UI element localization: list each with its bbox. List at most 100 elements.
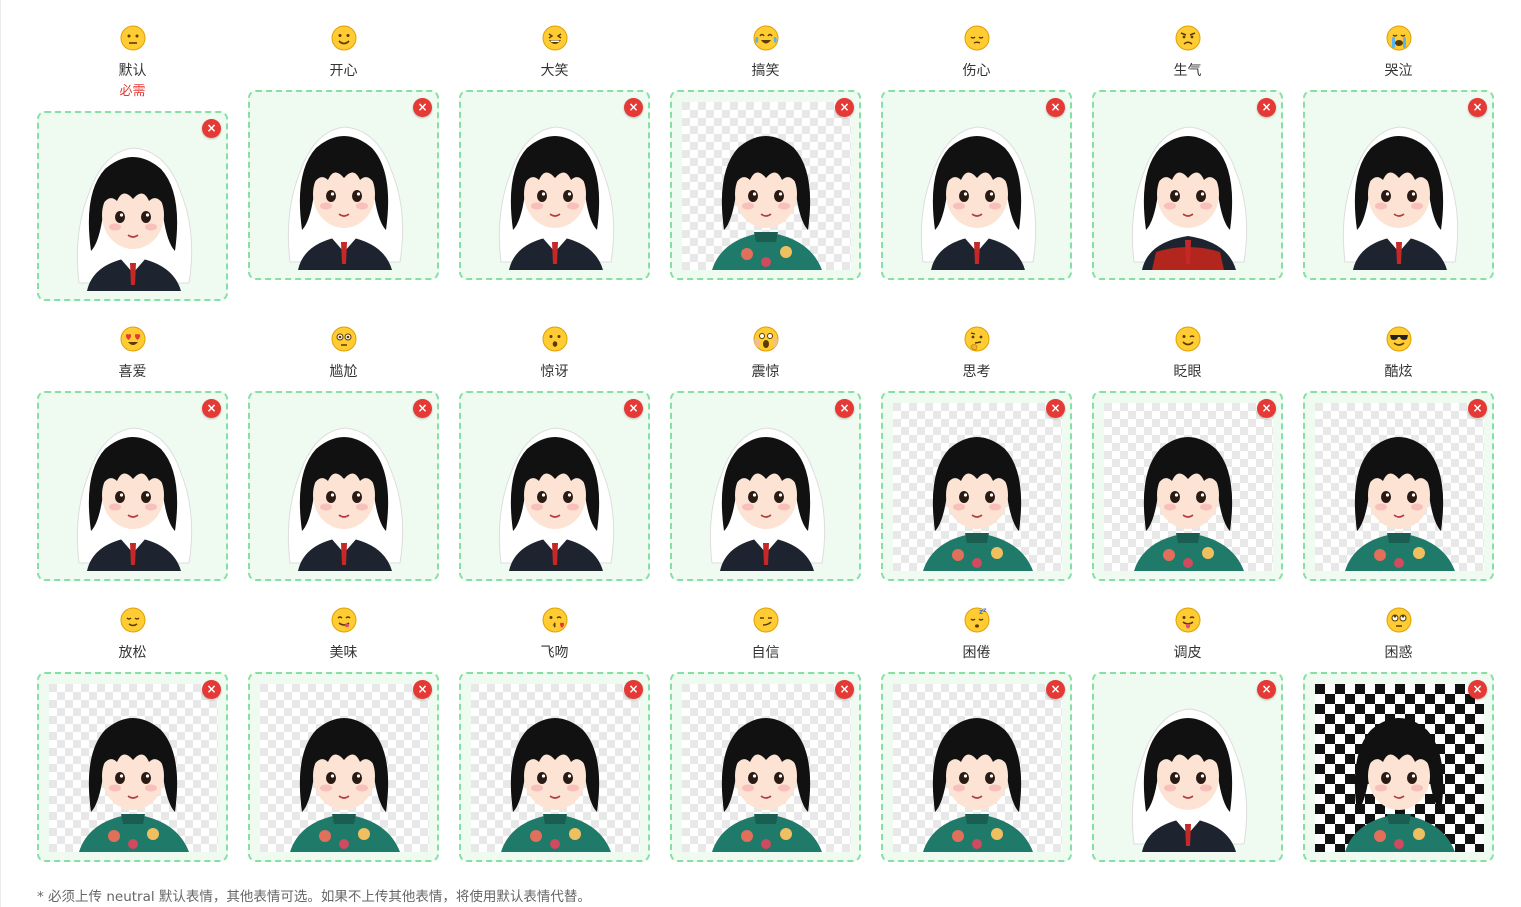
expression-upload-slot[interactable]: × xyxy=(248,672,439,862)
delete-image-button[interactable]: × xyxy=(413,98,432,117)
expression-label: 飞吻 xyxy=(540,645,569,661)
expression-image xyxy=(1315,102,1484,270)
expression-image xyxy=(1104,684,1273,852)
expression-upload-slot[interactable]: × xyxy=(1303,90,1494,280)
left-divider xyxy=(0,0,1,907)
delete-image-button[interactable]: × xyxy=(624,399,643,418)
expression-upload-slot[interactable]: × xyxy=(37,672,228,862)
delete-image-button[interactable]: × xyxy=(1468,98,1487,117)
expression-label: 困倦 xyxy=(962,645,991,661)
expression-image xyxy=(682,403,851,571)
delete-image-button[interactable]: × xyxy=(624,98,643,117)
delete-image-button[interactable]: × xyxy=(202,399,221,418)
expression-label: 困惑 xyxy=(1384,645,1413,661)
delete-image-button[interactable]: × xyxy=(1046,680,1065,699)
delete-image-button[interactable]: × xyxy=(202,119,221,138)
expression-upload-slot[interactable]: × xyxy=(459,90,650,280)
delete-image-button[interactable]: × xyxy=(835,98,854,117)
thinking-face-icon xyxy=(964,326,990,352)
delete-image-button[interactable]: × xyxy=(1468,680,1487,699)
expression-upload-slot[interactable]: × xyxy=(459,672,650,862)
smiling-face-icon xyxy=(331,25,357,51)
expression-image xyxy=(260,102,429,270)
expression-label: 伤心 xyxy=(962,63,991,79)
angry-face-icon xyxy=(1175,25,1201,51)
expression-label: 哭泣 xyxy=(1384,63,1413,79)
heart-eyes-face-icon xyxy=(120,326,146,352)
face-with-tears-of-joy-icon xyxy=(753,25,779,51)
eye-roll-face-icon xyxy=(1386,607,1412,633)
expression-label: 搞笑 xyxy=(751,63,780,79)
expression-image xyxy=(49,123,218,291)
expression-image xyxy=(260,403,429,571)
delete-image-button[interactable]: × xyxy=(1257,680,1276,699)
expression-image xyxy=(49,403,218,571)
expression-label: 震惊 xyxy=(751,364,780,380)
expression-label: 生气 xyxy=(1173,63,1202,79)
delete-image-button[interactable]: × xyxy=(1468,399,1487,418)
expression-upload-slot[interactable]: × xyxy=(459,391,650,581)
expression-grid: 默认 必需 × 开心 × 大笑 × 搞笑 × 伤心 × 生气 × 哭泣 × 喜爱 × 尴尬 × 惊讶 × 震惊 × 思考 × 眨… xyxy=(37,22,1497,904)
expression-upload-slot[interactable]: × xyxy=(1303,672,1494,862)
delete-image-button[interactable]: × xyxy=(624,680,643,699)
expression-image xyxy=(260,684,429,852)
blowing-kiss-face-icon xyxy=(542,607,568,633)
expression-label: 尴尬 xyxy=(329,364,358,380)
expression-upload-slot[interactable]: × xyxy=(881,90,1072,280)
expression-upload-slot[interactable]: × xyxy=(248,391,439,581)
expression-upload-slot[interactable]: × xyxy=(670,672,861,862)
relieved-face-icon xyxy=(120,607,146,633)
expression-label: 调皮 xyxy=(1173,645,1202,661)
expression-image xyxy=(49,684,218,852)
grinning-squinting-face-icon xyxy=(542,25,568,51)
flushed-face-icon xyxy=(331,326,357,352)
tongue-out-face-icon xyxy=(1175,607,1201,633)
expression-image xyxy=(1104,403,1273,571)
expression-upload-slot[interactable]: × xyxy=(1092,672,1283,862)
expression-image xyxy=(471,102,640,270)
delete-image-button[interactable]: × xyxy=(1257,399,1276,418)
delete-image-button[interactable]: × xyxy=(202,680,221,699)
expression-label: 自信 xyxy=(751,645,780,661)
expression-label: 美味 xyxy=(329,645,358,661)
expression-upload-slot[interactable]: × xyxy=(881,391,1072,581)
expression-upload-slot[interactable]: × xyxy=(37,111,228,301)
required-label: 必需 xyxy=(119,84,146,99)
expression-upload-slot[interactable]: × xyxy=(37,391,228,581)
expression-label: 开心 xyxy=(329,63,358,79)
expression-row-1: 默认 必需 × 开心 × 大笑 × 搞笑 × 伤心 × 生气 × 哭泣 × xyxy=(37,22,1497,323)
expression-label: 酷炫 xyxy=(1384,364,1413,380)
delete-image-button[interactable]: × xyxy=(413,399,432,418)
neutral-face-icon xyxy=(120,25,146,51)
expression-upload-slot[interactable]: × xyxy=(670,90,861,280)
expression-upload-slot[interactable]: × xyxy=(1092,90,1283,280)
expression-upload-slot[interactable]: × xyxy=(881,672,1072,862)
delete-image-button[interactable]: × xyxy=(835,399,854,418)
expression-image xyxy=(682,684,851,852)
delete-image-button[interactable]: × xyxy=(413,680,432,699)
expression-image xyxy=(682,102,851,270)
expression-label: 放松 xyxy=(118,645,147,661)
expression-image xyxy=(893,684,1062,852)
expression-image xyxy=(893,102,1062,270)
expression-upload-slot[interactable]: × xyxy=(1303,391,1494,581)
expression-label: 喜爱 xyxy=(118,364,147,380)
expression-label: 大笑 xyxy=(540,63,569,79)
expression-row-3: 放松 × 美味 × 飞吻 × 自信 × z z 困倦 × 调皮 × 困惑 × xyxy=(37,604,1497,904)
delete-image-button[interactable]: × xyxy=(1257,98,1276,117)
pensive-face-icon xyxy=(964,25,990,51)
winking-face-icon xyxy=(1175,326,1201,352)
expression-image xyxy=(893,403,1062,571)
delete-image-button[interactable]: × xyxy=(835,680,854,699)
expression-upload-slot[interactable]: × xyxy=(248,90,439,280)
expression-label: 眨眼 xyxy=(1173,364,1202,380)
svg-text:z: z xyxy=(983,607,987,614)
expression-row-2: 喜爱 × 尴尬 × 惊讶 × 震惊 × 思考 × 眨眼 × 酷炫 × xyxy=(37,323,1497,604)
expression-upload-slot[interactable]: × xyxy=(670,391,861,581)
delete-image-button[interactable]: × xyxy=(1046,399,1065,418)
expression-image xyxy=(471,684,640,852)
delete-image-button[interactable]: × xyxy=(1046,98,1065,117)
expression-image xyxy=(1315,403,1484,571)
expression-upload-slot[interactable]: × xyxy=(1092,391,1283,581)
smirking-face-icon xyxy=(753,607,779,633)
